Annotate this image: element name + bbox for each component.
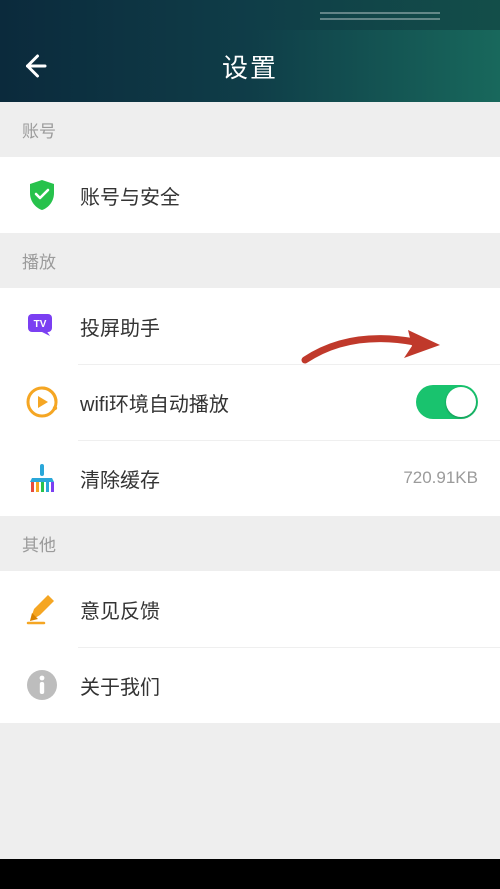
- cache-size-value: 720.91KB: [403, 468, 478, 488]
- row-label: 意见反馈: [80, 595, 478, 624]
- back-arrow-icon: [20, 51, 50, 81]
- shield-icon: [22, 175, 62, 215]
- status-bar-decor: [320, 18, 440, 20]
- android-nav-bar: [0, 859, 500, 889]
- section-other: 意见反馈 关于我们: [0, 571, 500, 723]
- row-label: 投屏助手: [80, 312, 478, 341]
- svg-text:TV: TV: [34, 319, 47, 330]
- row-about[interactable]: 关于我们: [0, 647, 500, 723]
- empty-space: [0, 723, 500, 859]
- app-header: 设置: [0, 30, 500, 102]
- section-account: 账号与安全: [0, 157, 500, 233]
- page-title: 设置: [222, 48, 278, 85]
- broom-icon: [22, 458, 62, 498]
- row-label: 清除缓存: [80, 464, 403, 493]
- row-label: 关于我们: [80, 671, 478, 700]
- row-label: wifi环境自动播放: [80, 388, 416, 417]
- row-account-security[interactable]: 账号与安全: [0, 157, 500, 233]
- status-bar: [0, 0, 500, 30]
- row-wifi-autoplay: wifi环境自动播放: [0, 364, 500, 440]
- play-circle-icon: [22, 382, 62, 422]
- row-cast-helper[interactable]: TV 投屏助手: [0, 288, 500, 364]
- back-button[interactable]: [18, 49, 52, 83]
- pen-icon: [22, 589, 62, 629]
- status-bar-decor: [320, 12, 440, 14]
- section-header-playback: 播放: [0, 233, 500, 288]
- toggle-knob: [446, 387, 476, 417]
- info-icon: [22, 665, 62, 705]
- tv-chat-icon: TV: [22, 306, 62, 346]
- section-playback: TV 投屏助手 wifi环境自动播放: [0, 288, 500, 516]
- section-header-account: 账号: [0, 102, 500, 157]
- wifi-autoplay-toggle[interactable]: [416, 385, 478, 419]
- row-label: 账号与安全: [80, 181, 478, 210]
- row-clear-cache[interactable]: 清除缓存 720.91KB: [0, 440, 500, 516]
- row-feedback[interactable]: 意见反馈: [0, 571, 500, 647]
- section-header-other: 其他: [0, 516, 500, 571]
